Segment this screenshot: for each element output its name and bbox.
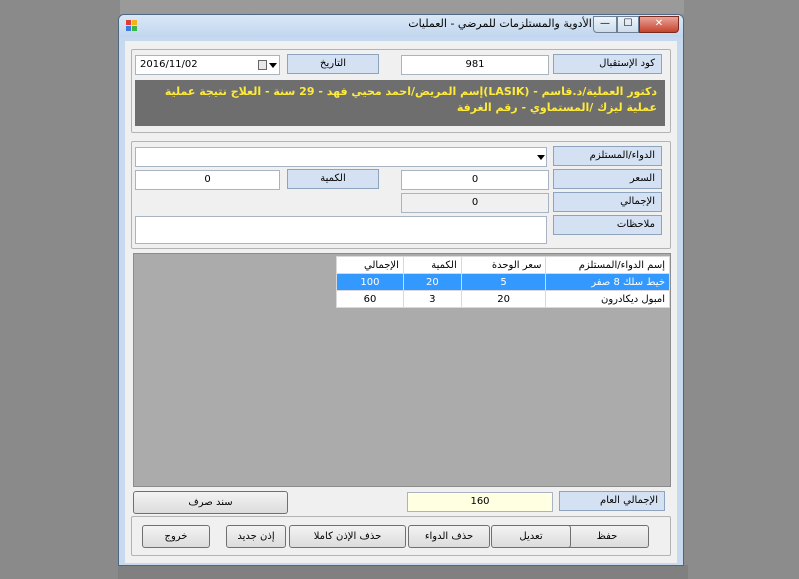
chevron-down-icon[interactable] [269, 63, 277, 68]
grand-total-value: 160 [407, 492, 553, 512]
reception-code-label: كود الإستقبال [553, 54, 662, 74]
cell-total[interactable]: 100 [336, 273, 404, 291]
minimize-icon: — [600, 18, 610, 29]
cell-name[interactable]: خيط سلك 8 صفر [545, 273, 670, 291]
date-value: 2016/11/02 [140, 59, 198, 70]
quantity-input[interactable]: 0 [135, 170, 280, 190]
patient-info-banner: دكتور العملية/د.قاسم - (LASIK)إسم المريض… [135, 80, 665, 126]
save-button[interactable]: حفظ [565, 525, 649, 548]
background-left [0, 0, 120, 579]
app-grid-icon [126, 20, 138, 32]
date-label: التاريخ [287, 54, 379, 74]
background-bottom [118, 565, 688, 579]
entry-group: الدواء/المستلزم السعر 0 الكمية 0 الإجمال… [131, 141, 671, 249]
grand-total-label: الإجمالي العام [559, 491, 665, 511]
table-row[interactable]: خيط سلك 8 صفر 5 20 100 [336, 273, 670, 291]
title-bar[interactable]: تسجيل الأدوية والمستلزمات للمرضي - العمل… [119, 15, 683, 37]
date-picker[interactable]: 2016/11/02 [135, 55, 280, 75]
grid-header-row: إسم الدواء/المستلزم سعر الوحدة الكمية ال… [336, 256, 670, 274]
column-header-unit-price[interactable]: سعر الوحدة [460, 256, 547, 274]
edit-button[interactable]: تعديل [491, 525, 571, 548]
chevron-down-icon[interactable] [537, 155, 545, 160]
calendar-icon[interactable] [258, 60, 267, 70]
delete-drug-button[interactable]: حذف الدواء [408, 525, 490, 548]
exit-button[interactable]: خروج [142, 525, 210, 548]
background-right [684, 0, 799, 579]
minimize-button[interactable]: — [593, 16, 617, 33]
cell-name[interactable]: امبول ديكادرون [545, 290, 670, 308]
cell-quantity[interactable]: 3 [402, 290, 462, 308]
client-area: كود الإستقبال 981 التاريخ 2016/11/02 دكت… [125, 41, 677, 563]
price-label: السعر [553, 169, 662, 189]
column-header-quantity[interactable]: الكمية [402, 256, 462, 274]
close-icon: ✕ [654, 18, 664, 29]
background-top [120, 0, 690, 14]
items-table: إسم الدواء/المستلزم سعر الوحدة الكمية ال… [336, 256, 670, 308]
price-input[interactable]: 0 [401, 170, 549, 190]
total-readonly: 0 [401, 193, 549, 213]
cell-unit-price[interactable]: 5 [460, 273, 547, 291]
delete-permit-button[interactable]: حذف الإذن كاملا [289, 525, 406, 548]
total-label: الإجمالي [553, 192, 662, 212]
column-header-name[interactable]: إسم الدواء/المستلزم [545, 256, 670, 274]
notes-label: ملاحظات [553, 215, 662, 235]
notes-input[interactable] [135, 216, 547, 244]
drug-combo[interactable] [135, 147, 547, 167]
cell-quantity[interactable]: 20 [402, 273, 462, 291]
cell-unit-price[interactable]: 20 [460, 290, 547, 308]
header-group: كود الإستقبال 981 التاريخ 2016/11/02 دكت… [131, 49, 671, 133]
new-permit-button[interactable]: إذن جديد [226, 525, 286, 548]
drug-label: الدواء/المستلزم [553, 146, 662, 166]
voucher-button[interactable]: سند صرف [133, 491, 288, 514]
maximize-icon: ☐ [623, 18, 633, 29]
main-window: تسجيل الأدوية والمستلزمات للمرضي - العمل… [118, 14, 684, 566]
close-button[interactable]: ✕ [639, 16, 679, 33]
actions-group: حفظ تعديل حذف الدواء حذف الإذن كاملا إذن… [131, 516, 671, 556]
reception-code-input[interactable]: 981 [401, 55, 549, 75]
cell-total[interactable]: 60 [336, 290, 404, 308]
table-row[interactable]: امبول ديكادرون 20 3 60 [336, 290, 670, 308]
items-grid[interactable]: إسم الدواء/المستلزم سعر الوحدة الكمية ال… [133, 253, 671, 487]
column-header-total[interactable]: الإجمالي [336, 256, 404, 274]
quantity-label: الكمية [287, 169, 379, 189]
maximize-button[interactable]: ☐ [617, 16, 639, 33]
